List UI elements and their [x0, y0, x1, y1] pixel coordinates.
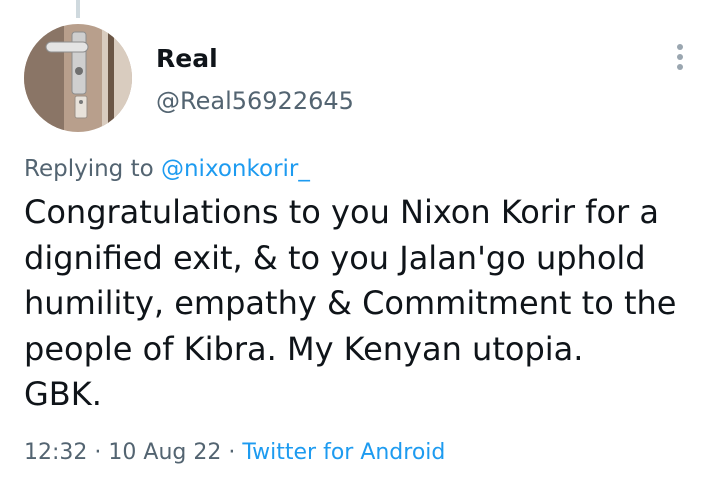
tweet-text-line: Congratulations to you Nixon Korir for a [24, 193, 659, 231]
tweet-text-line: dignified exit, & to you Jalan'go uphold [24, 238, 646, 277]
meta-separator: · [228, 440, 236, 465]
door-handle-avatar-image [24, 24, 132, 132]
tweet-text-line: GBK. [24, 375, 102, 413]
author-display-name[interactable]: Real [156, 44, 218, 74]
meta-separator: · [94, 440, 102, 465]
reply-mention-link[interactable]: @nixonkorir_ [161, 156, 310, 182]
replying-to-line: Replying to @nixonkorir_ [24, 154, 310, 184]
more-vertical-icon [677, 44, 683, 50]
tweet-text: Congratulations to you Nixon Korir for a… [24, 190, 704, 418]
tweet-time[interactable]: 12:32 [24, 440, 87, 465]
tweet-date[interactable]: 10 Aug 22 [108, 440, 221, 465]
author-handle[interactable]: @Real56922645 [156, 86, 354, 116]
thread-connector-line [76, 0, 80, 18]
more-vertical-icon-dot [677, 64, 683, 70]
tweet-metadata: 12:32 · 10 Aug 22 · Twitter for Android [24, 438, 445, 468]
more-options-button[interactable] [666, 40, 694, 74]
tweet-text-line: humility, empathy & Commitment to the [24, 284, 677, 322]
more-vertical-icon-dot [677, 54, 683, 60]
tweet-text-line: people of Kibra. My Kenyan utopia. [24, 329, 584, 368]
tweet-source-link[interactable]: Twitter for Android [242, 440, 445, 465]
replying-to-label: Replying to [24, 156, 154, 182]
avatar[interactable] [24, 24, 132, 132]
